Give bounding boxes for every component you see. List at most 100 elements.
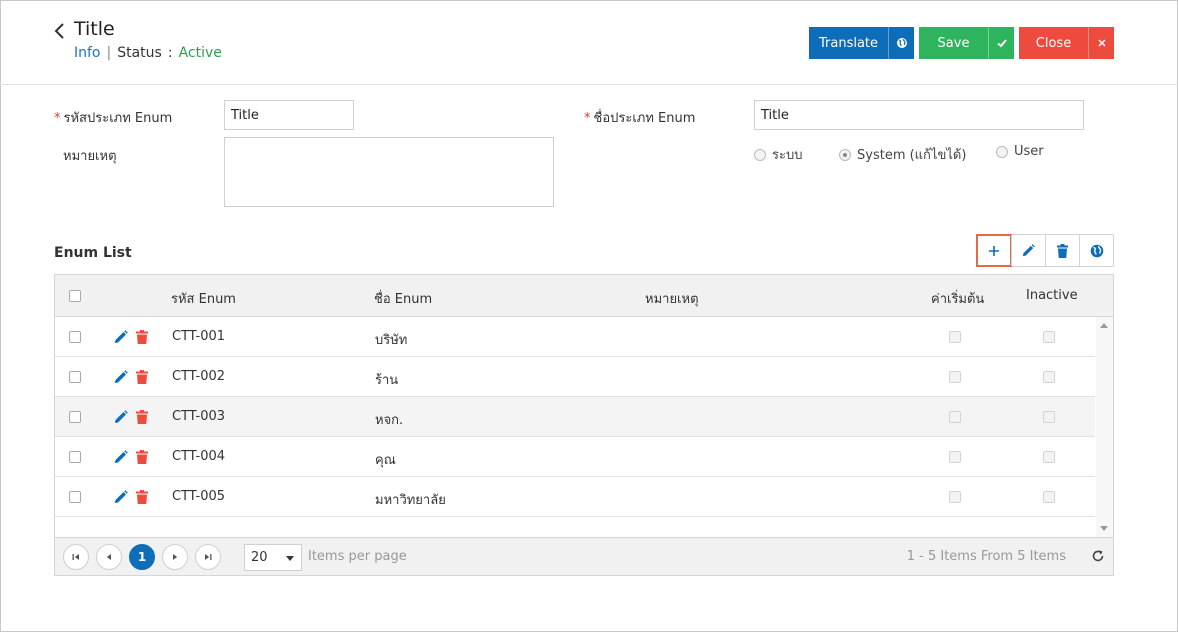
enum-name-label-text: ชื่อประเภท Enum xyxy=(593,111,696,126)
next-page-icon xyxy=(173,554,178,560)
page-header: Title Info | Status: Active Translate Save … xyxy=(0,0,1178,85)
save-button-group: Save xyxy=(919,27,1014,59)
select-all-checkbox[interactable] xyxy=(69,290,81,302)
trash-icon xyxy=(1057,243,1068,258)
enum-grid: รหัส Enum ชื่อ Enum หมายเหตุ ค่าเริ่มต้น… xyxy=(54,274,1114,576)
pencil-icon[interactable] xyxy=(114,410,128,424)
info-link[interactable]: Info xyxy=(74,45,101,61)
row-inactive-checkbox xyxy=(1043,451,1055,463)
table-row[interactable]: CTT-001 บริษัท xyxy=(55,317,1095,357)
trash-icon[interactable] xyxy=(136,450,148,464)
column-header-default[interactable]: ค่าเริ่มต้น xyxy=(931,288,984,309)
row-checkbox[interactable] xyxy=(69,411,81,423)
radio-button[interactable] xyxy=(996,145,1008,158)
last-page-button[interactable] xyxy=(195,544,221,570)
row-checkbox[interactable] xyxy=(69,451,81,463)
enum-code-label: * รหัสประเภท Enum xyxy=(54,107,172,128)
row-checkbox[interactable] xyxy=(69,491,81,503)
last-page-icon xyxy=(205,554,212,560)
row-inactive-checkbox xyxy=(1043,411,1055,423)
row-code: CTT-005 xyxy=(172,489,226,504)
row-code: CTT-003 xyxy=(172,409,226,424)
row-code: CTT-001 xyxy=(172,329,226,344)
chevron-down-icon xyxy=(286,556,294,561)
table-row[interactable]: CTT-005 มหาวิทยาลัย xyxy=(55,477,1095,517)
grid-header: รหัส Enum ชื่อ Enum หมายเหตุ ค่าเริ่มต้น… xyxy=(55,275,1113,317)
row-code: CTT-004 xyxy=(172,449,226,464)
separator: | xyxy=(106,45,112,61)
row-name: คุณ xyxy=(375,453,396,468)
column-header-remark[interactable]: หมายเหตุ xyxy=(645,288,699,309)
row-inactive-checkbox xyxy=(1043,491,1055,503)
close-button-group: Close xyxy=(1019,27,1114,59)
row-inactive-checkbox xyxy=(1043,371,1055,383)
table-row[interactable]: CTT-002 ร้าน xyxy=(55,357,1095,397)
add-button[interactable] xyxy=(976,234,1012,267)
translate-button-group: Translate xyxy=(809,27,914,59)
pencil-icon[interactable] xyxy=(114,330,128,344)
radio-label: User xyxy=(1014,144,1044,159)
radio-system-editable[interactable]: System (แก้ไขได้) xyxy=(839,144,966,165)
table-row[interactable]: CTT-004 คุณ xyxy=(55,437,1095,477)
pencil-icon[interactable] xyxy=(114,370,128,384)
globe-icon xyxy=(1090,244,1103,257)
trash-icon[interactable] xyxy=(136,490,148,504)
status-value: Active xyxy=(178,45,222,61)
row-checkbox[interactable] xyxy=(69,331,81,343)
page-title: Title xyxy=(74,18,115,40)
row-default-checkbox xyxy=(949,331,961,343)
trash-icon[interactable] xyxy=(136,370,148,384)
row-default-checkbox xyxy=(949,411,961,423)
grid-body: CTT-001 บริษัท CTT-002 ร้าน CTT-003 หจก. xyxy=(55,317,1095,537)
check-icon[interactable] xyxy=(988,27,1014,59)
row-default-checkbox xyxy=(949,491,961,503)
row-checkbox[interactable] xyxy=(69,371,81,383)
edit-button[interactable] xyxy=(1011,235,1045,266)
first-page-button[interactable] xyxy=(63,544,89,570)
pencil-icon xyxy=(1022,244,1035,257)
column-header-name[interactable]: ชื่อ Enum xyxy=(374,288,432,309)
close-button[interactable]: Close xyxy=(1019,27,1088,59)
table-row[interactable]: CTT-003 หจก. xyxy=(55,397,1095,437)
required-mark: * xyxy=(54,111,61,126)
close-icon[interactable] xyxy=(1088,27,1114,59)
scroll-up-icon[interactable] xyxy=(1100,323,1108,328)
trash-icon[interactable] xyxy=(136,410,148,424)
remark-textarea[interactable] xyxy=(224,137,554,207)
enum-list-title: Enum List xyxy=(54,245,132,261)
radio-button[interactable] xyxy=(754,148,766,161)
delete-button[interactable] xyxy=(1045,235,1079,266)
radio-button[interactable] xyxy=(839,148,851,161)
scroll-down-icon[interactable] xyxy=(1100,526,1108,531)
first-page-icon xyxy=(72,554,79,560)
row-name: บริษัท xyxy=(375,333,408,348)
column-header-code[interactable]: รหัส Enum xyxy=(171,288,236,309)
enum-code-input[interactable] xyxy=(224,100,354,130)
save-button[interactable]: Save xyxy=(919,27,988,59)
current-page-button[interactable]: 1 xyxy=(129,544,155,570)
items-per-page-label: Items per page xyxy=(308,549,407,564)
radio-user[interactable]: User xyxy=(996,144,1044,159)
row-default-checkbox xyxy=(949,371,961,383)
globe-icon[interactable] xyxy=(888,27,914,59)
row-inactive-checkbox xyxy=(1043,331,1055,343)
next-page-button[interactable] xyxy=(162,544,188,570)
back-arrow-icon[interactable] xyxy=(52,20,68,42)
translate-button[interactable]: Translate xyxy=(809,27,888,59)
radio-system[interactable]: ระบบ xyxy=(754,144,802,165)
row-name: ร้าน xyxy=(375,373,399,388)
pencil-icon[interactable] xyxy=(114,450,128,464)
row-name: หจก. xyxy=(375,413,404,428)
column-header-inactive[interactable]: Inactive xyxy=(1026,288,1078,303)
row-default-checkbox xyxy=(949,451,961,463)
page-size-select[interactable]: 20 xyxy=(244,544,302,571)
trash-icon[interactable] xyxy=(136,330,148,344)
row-name: มหาวิทยาลัย xyxy=(375,493,446,508)
refresh-icon[interactable] xyxy=(1091,549,1105,563)
enum-name-input[interactable] xyxy=(754,100,1084,130)
pencil-icon[interactable] xyxy=(114,490,128,504)
prev-page-button[interactable] xyxy=(96,544,122,570)
required-mark: * xyxy=(584,111,591,126)
vertical-scrollbar[interactable] xyxy=(1096,317,1113,537)
translate-list-button[interactable] xyxy=(1079,235,1113,266)
